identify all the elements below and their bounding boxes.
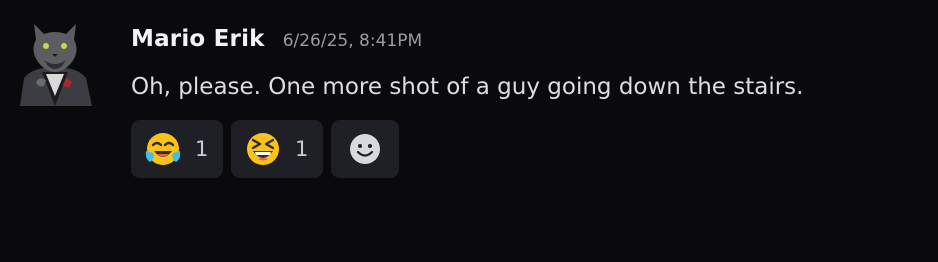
reaction-tears-of-joy[interactable]: 1: [131, 120, 223, 178]
message-timestamp[interactable]: 6/26/25, 8:41PM: [283, 31, 422, 51]
reaction-count: 1: [295, 137, 309, 161]
tears-of-joy-icon: [145, 133, 181, 165]
add-reaction-button[interactable]: [331, 120, 399, 178]
reaction-count: 1: [195, 137, 209, 161]
message-header: Mario Erik 6/26/25, 8:41PM: [131, 26, 891, 62]
reactions-bar: 1 1: [131, 120, 891, 178]
message-content: Mario Erik 6/26/25, 8:41PM Oh, please. O…: [131, 26, 891, 178]
author-name[interactable]: Mario Erik: [131, 26, 265, 52]
reaction-laughing-squinting[interactable]: 1: [231, 120, 323, 178]
message-text: Oh, please. One more shot of a guy going…: [131, 74, 804, 100]
chat-message: Mario Erik 6/26/25, 8:41PM Oh, please. O…: [0, 0, 938, 262]
smiley-add-icon: [350, 134, 380, 164]
avatar[interactable]: [14, 22, 96, 106]
laughing-squinting-icon: [247, 133, 279, 165]
